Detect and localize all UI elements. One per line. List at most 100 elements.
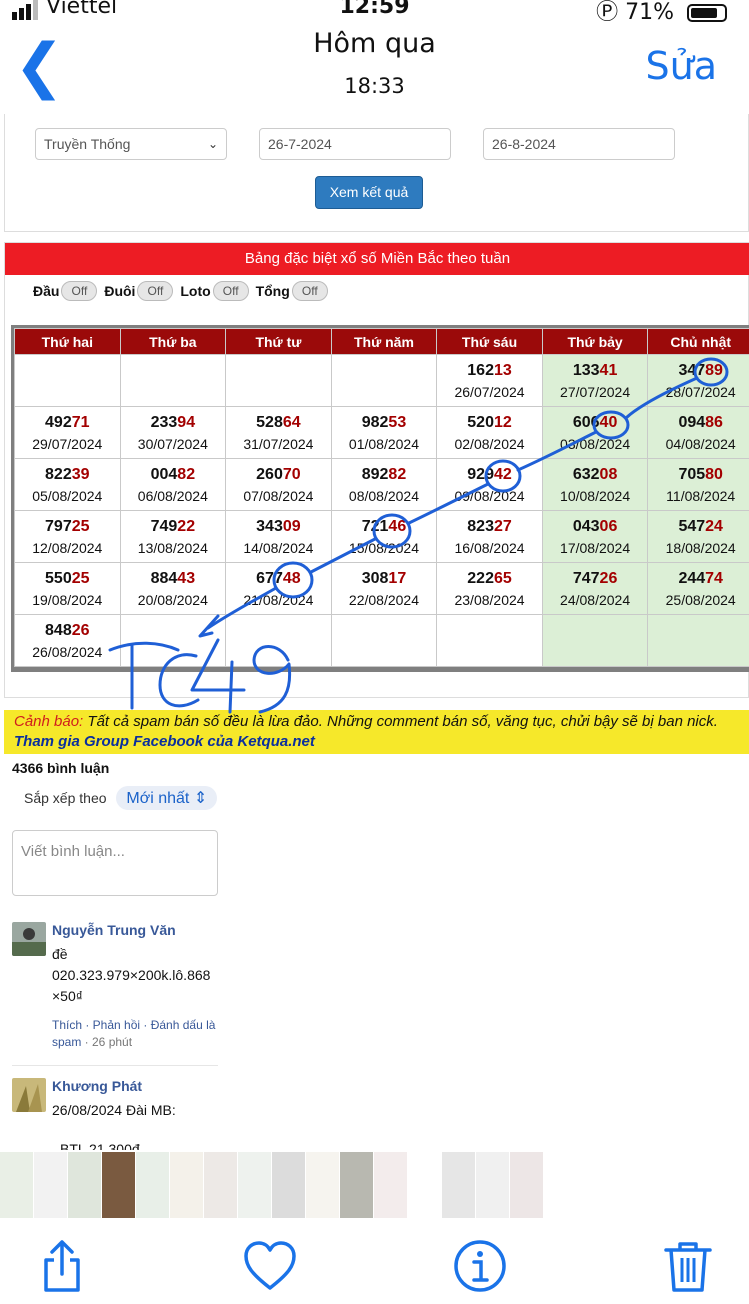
day-header: Thứ bảy [541, 328, 649, 355]
start-date-field[interactable]: 26-7-2024 [259, 128, 451, 160]
table-row: 84826 26/08/2024 [14, 614, 749, 667]
photo-thumbnail[interactable] [204, 1152, 237, 1218]
table-header-row: Thứ hai Thứ ba Thứ tư Thứ năm Thứ sáu Thứ bảy… [14, 328, 749, 355]
nav-subtitle: 18:33 [344, 74, 405, 98]
special-number: 74922 [150, 517, 196, 535]
draw-date: 26/08/2024 [32, 643, 103, 660]
photo-toolbar [0, 1222, 749, 1304]
result-cell: 34309 14/08/2024 [225, 510, 332, 563]
sort-select[interactable]: Mới nhất ⇕ [116, 786, 218, 810]
photo-thumbnail[interactable] [238, 1152, 271, 1218]
chevron-down-icon: ⌄ [207, 137, 218, 151]
result-cell [436, 614, 543, 667]
photo-thumbnail[interactable] [306, 1152, 339, 1218]
table-row: 16213 26/07/2024 13341 27/07/2024 34789 28/07… [14, 354, 749, 407]
result-cell [14, 354, 121, 407]
photo-thumbnail[interactable] [408, 1152, 441, 1218]
result-cell: 92942 09/08/2024 [436, 458, 543, 511]
edit-button[interactable]: Sửa [646, 44, 718, 88]
draw-date: 22/08/2024 [348, 591, 419, 608]
warning-text: Tất cả spam bán số đều là lừa đảo. Những… [83, 713, 718, 730]
photo-thumbnail[interactable] [136, 1152, 169, 1218]
result-cell: 04306 17/08/2024 [541, 510, 649, 563]
result-cell [225, 614, 332, 667]
day-header: Thứ sáu [436, 328, 543, 355]
result-cell: 23394 30/07/2024 [119, 406, 227, 459]
photo-thumbnail[interactable] [374, 1152, 407, 1218]
nav-title: Hôm qua [313, 28, 436, 59]
special-number: 52864 [256, 413, 301, 431]
table-row: 82239 05/08/2024 00482 06/08/2024 26070 07/08… [14, 458, 749, 511]
avatar[interactable] [12, 922, 46, 956]
photo-thumbnail[interactable] [68, 1152, 101, 1218]
draw-date: 23/08/2024 [454, 591, 525, 608]
special-number: 92942 [467, 465, 512, 483]
photo-thumbnail[interactable] [0, 1152, 33, 1218]
result-cell: 00482 06/08/2024 [119, 458, 227, 511]
special-number: 63208 [572, 465, 618, 483]
comment-actions[interactable]: Thích · Phản hồi · Đánh dấu là spam · 26… [52, 1017, 222, 1051]
share-icon[interactable] [34, 1238, 90, 1294]
comment-text: đề 020.323.979×200k.lô.868 ×50₫ [52, 946, 211, 1004]
toggle-row: Đầu Off Đuôi Off Loto Off Tổng Off [33, 281, 331, 301]
result-cell [119, 354, 227, 407]
draw-date: 20/08/2024 [137, 591, 208, 608]
day-header: Chủ nhật [647, 328, 749, 355]
photo-thumbnail[interactable] [102, 1152, 135, 1218]
photo-thumbnail[interactable] [476, 1152, 509, 1218]
special-number: 89282 [361, 465, 407, 483]
special-number: 34789 [678, 361, 723, 379]
photo-thumbnail[interactable] [170, 1152, 203, 1218]
toggle-loto[interactable]: Off [212, 281, 249, 301]
special-number: 13341 [572, 361, 618, 379]
trash-icon[interactable] [660, 1238, 716, 1294]
chevron-updown-icon: ⇕ [193, 790, 208, 807]
toggle-label-tong: Tổng [255, 283, 290, 299]
comment-input[interactable]: Viết bình luận... [12, 830, 218, 896]
draw-date: 13/08/2024 [137, 539, 208, 556]
info-icon[interactable] [452, 1238, 508, 1294]
type-select[interactable]: Truyền Thống ⌄ [35, 128, 227, 160]
result-cell: 98253 01/08/2024 [330, 406, 438, 459]
toggle-tong[interactable]: Off [291, 281, 328, 301]
draw-date: 08/08/2024 [348, 487, 419, 504]
result-cell: 60640 03/08/2024 [541, 406, 649, 459]
result-cell: 82327 16/08/2024 [436, 510, 543, 563]
draw-date: 29/07/2024 [32, 435, 103, 452]
photo-thumbnail[interactable] [510, 1152, 543, 1218]
photo-thumbnail[interactable] [340, 1152, 373, 1218]
draw-date: 19/08/2024 [32, 591, 103, 608]
view-results-button[interactable]: Xem kết quả [315, 176, 423, 209]
photo-thumbnail[interactable] [34, 1152, 67, 1218]
special-number: 00482 [150, 465, 196, 483]
draw-date: 14/08/2024 [243, 539, 314, 556]
comment-author[interactable]: Nguyễn Trung Văn [52, 922, 222, 938]
warning-label: Cảnh báo: [14, 713, 84, 730]
special-number: 55025 [45, 569, 90, 587]
sort-label: Sắp xếp theo [24, 790, 107, 806]
avatar[interactable] [12, 1078, 46, 1112]
comment-author[interactable]: Khương Phát [52, 1078, 222, 1094]
photo-nav-bar: ❮ Hôm qua 18:33 Sửa [0, 22, 749, 114]
draw-date: 04/08/2024 [665, 435, 736, 452]
toggle-label-dau: Đầu [33, 283, 60, 299]
special-number: 67748 [256, 569, 301, 587]
comments-section: 4366 bình luận Sắp xếp theo Mới nhất ⇕ V… [12, 760, 222, 1150]
photo-thumbnail[interactable] [442, 1152, 475, 1218]
result-cell [119, 614, 227, 667]
draw-date: 07/08/2024 [243, 487, 314, 504]
toggle-duoi[interactable]: Off [137, 281, 174, 301]
draw-date: 17/08/2024 [560, 539, 631, 556]
result-cell: 30817 22/08/2024 [330, 562, 438, 615]
draw-date: 31/07/2024 [243, 435, 314, 452]
result-cell: 55025 19/08/2024 [14, 562, 121, 615]
heart-icon[interactable] [242, 1238, 298, 1294]
special-number: 34309 [256, 517, 301, 535]
facebook-group-link[interactable]: Tham gia Group Facebook của Ketqua.net [14, 733, 315, 750]
draw-date: 06/08/2024 [137, 487, 208, 504]
draw-date: 12/08/2024 [32, 539, 103, 556]
end-date-field[interactable]: 26-8-2024 [483, 128, 675, 160]
photo-thumbnail[interactable] [272, 1152, 305, 1218]
draw-date: 03/08/2024 [560, 435, 631, 452]
toggle-dau[interactable]: Off [61, 281, 98, 301]
